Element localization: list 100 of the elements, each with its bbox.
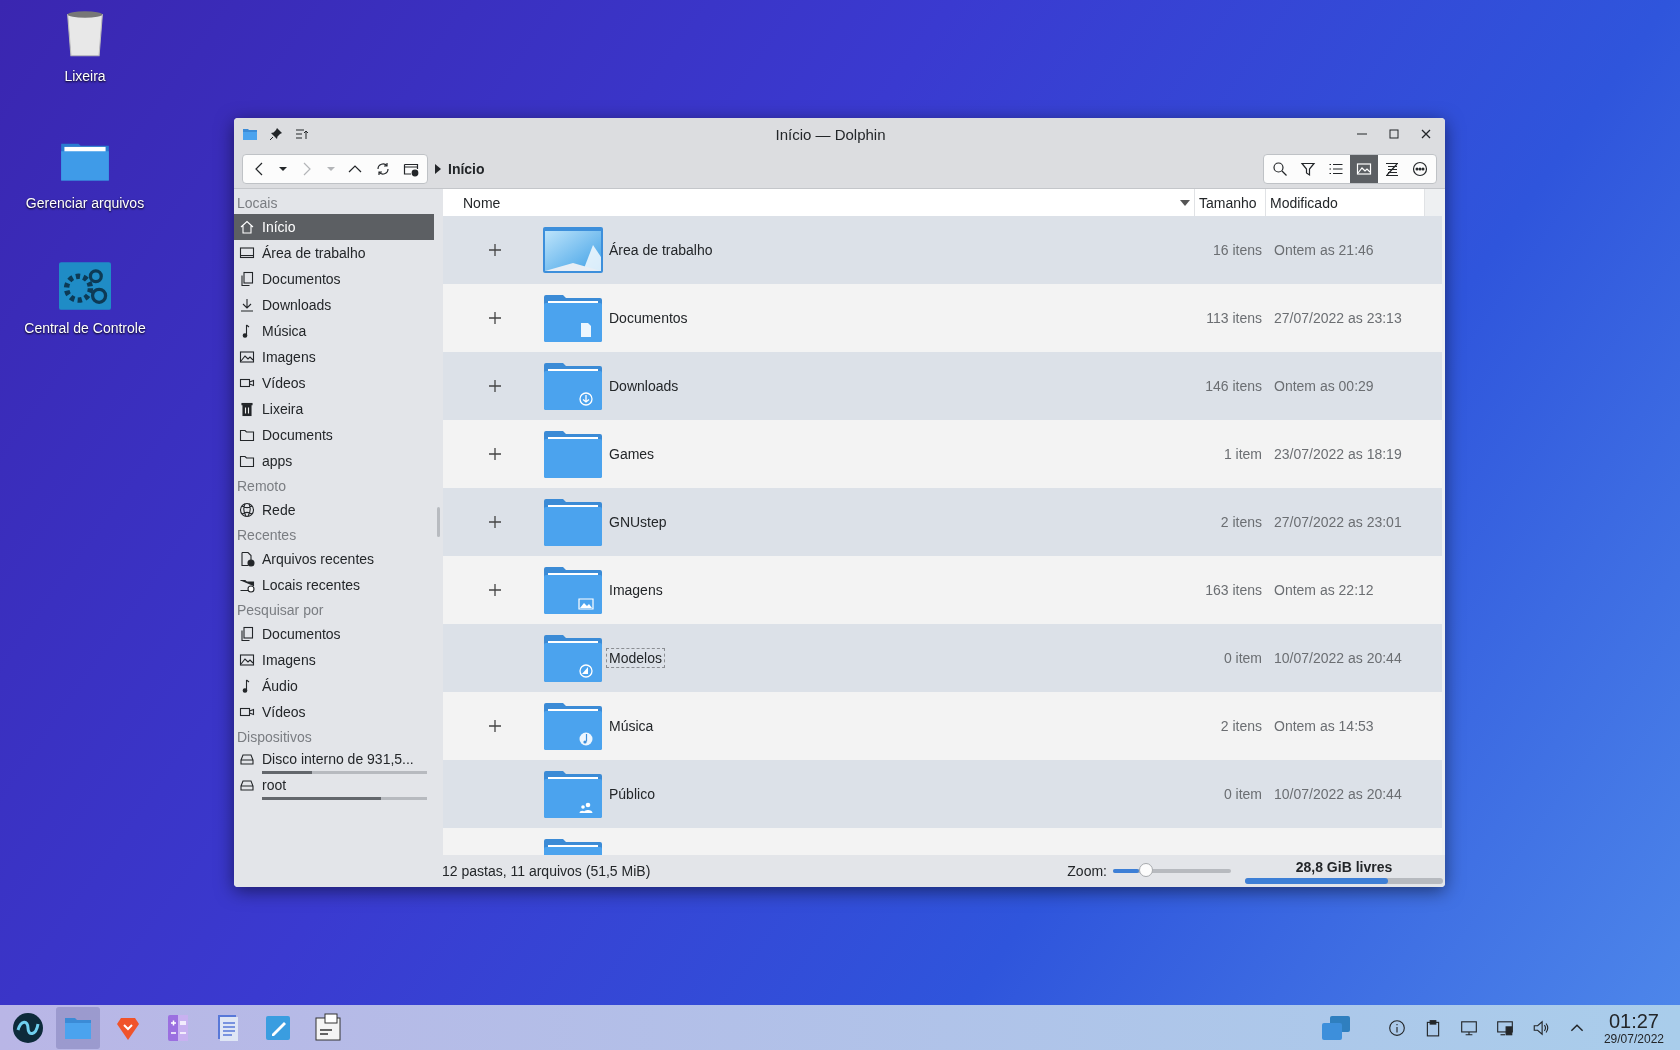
modified-date: 10/07/2022 as 20:44 xyxy=(1273,650,1403,666)
item-count: 1 item xyxy=(1222,446,1262,462)
info-icon[interactable] xyxy=(1387,1018,1406,1037)
minimize-icon xyxy=(1357,133,1367,135)
item-count: 163 itens xyxy=(1204,582,1262,598)
window-title: Início — Dolphin xyxy=(774,125,887,143)
sidebar-item[interactable]: Área de trabalho xyxy=(234,240,434,266)
folder-icon xyxy=(239,427,255,443)
scrollbar-thumb[interactable] xyxy=(437,507,440,537)
expand-plus-icon[interactable] xyxy=(487,514,503,530)
sidebar-item[interactable]: Início xyxy=(234,214,434,240)
preview-button[interactable] xyxy=(1350,155,1378,183)
expand-plus-icon[interactable] xyxy=(487,378,503,394)
image-icon xyxy=(239,349,255,365)
windows-icon[interactable] xyxy=(1319,1013,1352,1042)
sidebar-item[interactable]: Vídeos xyxy=(234,370,434,396)
clock-date: 29/07/2022 xyxy=(1603,1031,1664,1046)
sidebar-item[interactable]: Documents xyxy=(234,422,434,448)
sort-arrow-icon xyxy=(1180,198,1190,207)
sidebar-item[interactable]: Música xyxy=(234,318,434,344)
item-count: 16 itens xyxy=(1211,242,1262,258)
item-count: 0 item xyxy=(1222,786,1262,802)
file-row[interactable]: GNUstep 2 itens 27/07/2022 as 23:01 xyxy=(443,488,1442,556)
clock-time: 01:27 xyxy=(1608,1009,1659,1032)
file-row[interactable]: Games 1 item 23/07/2022 as 18:19 xyxy=(443,420,1442,488)
file-row[interactable]: Modelos 0 item 10/07/2022 as 20:44 xyxy=(443,624,1442,692)
desktop-icon-label[interactable]: Central de Controle xyxy=(24,320,146,336)
sidebar-item[interactable]: Downloads xyxy=(234,292,434,318)
sidebar-item[interactable]: apps xyxy=(234,448,434,474)
details-icon xyxy=(1384,161,1400,177)
item-count: 0 item xyxy=(1222,650,1262,666)
sidebar-item[interactable]: Áudio xyxy=(234,673,434,699)
sidebar-section-title: Dispositivos xyxy=(236,728,313,747)
file-row[interactable]: Área de trabalho 16 itens Ontem as 21:46 xyxy=(443,216,1442,284)
file-row[interactable]: Imagens 163 itens Ontem as 22:12 xyxy=(443,556,1442,624)
expand-plus-icon[interactable] xyxy=(487,310,503,326)
free-space-label: 28,8 GiB livres xyxy=(1295,858,1393,875)
maximize-icon xyxy=(1386,126,1402,142)
search-icon xyxy=(1272,161,1288,177)
reload-icon xyxy=(375,161,391,177)
modified-date: 27/07/2022 as 23:13 xyxy=(1273,310,1403,326)
launcher-logo-icon xyxy=(13,1012,43,1043)
download-icon xyxy=(239,297,255,313)
sidebar-item[interactable]: Imagens xyxy=(234,647,434,673)
modified-date: Ontem as 22:12 xyxy=(1273,582,1375,598)
slider-thumb[interactable] xyxy=(1138,863,1153,877)
drive-icon xyxy=(239,751,255,767)
filter-icon xyxy=(1300,161,1316,177)
speaker-icon[interactable] xyxy=(1531,1018,1550,1037)
item-count: 2 itens xyxy=(1219,718,1262,734)
expand-plus-icon[interactable] xyxy=(487,242,503,258)
sidebar-item[interactable]: Rede xyxy=(234,497,434,523)
clock-folder-icon xyxy=(239,577,255,593)
status-summary: 12 pastas, 11 arquivos (51,5 MiB) xyxy=(442,863,652,879)
sidebar-item[interactable]: Vídeos xyxy=(234,699,434,725)
sidebar-item[interactable]: Imagens xyxy=(234,344,434,370)
file-row[interactable]: Documentos 113 itens 27/07/2022 as 23:13 xyxy=(443,284,1442,352)
file-row[interactable]: Música 2 itens Ontem as 14:53 xyxy=(443,692,1442,760)
folder-icon xyxy=(543,633,603,683)
lion-shield-icon xyxy=(117,1017,139,1040)
folder-icon xyxy=(543,565,603,615)
file-name: GNUstep xyxy=(608,513,668,531)
file-name: Público xyxy=(608,785,656,803)
sidebar-item[interactable]: Documentos xyxy=(234,266,434,292)
new-tab-icon xyxy=(403,161,419,177)
expand-plus-icon[interactable] xyxy=(487,718,503,734)
expand-plus-icon[interactable] xyxy=(487,582,503,598)
sidebar-item[interactable]: Locais recentes xyxy=(234,572,434,598)
file-row[interactable]: Público 0 item 10/07/2022 as 20:44 xyxy=(443,760,1442,828)
image-icon xyxy=(1356,161,1372,177)
monitor-icon[interactable] xyxy=(1459,1018,1478,1037)
calculator-icon xyxy=(168,1014,188,1041)
modified-date: 10/07/2022 as 20:44 xyxy=(1273,786,1403,802)
sidebar-item[interactable]: root xyxy=(234,774,434,800)
file-name: Área de trabalho xyxy=(608,241,714,259)
breadcrumb-arrow-icon xyxy=(434,164,442,174)
documents-icon xyxy=(239,626,255,642)
sidebar-item[interactable]: Arquivos recentes xyxy=(234,546,434,572)
documents-icon xyxy=(239,271,255,287)
folder-icon xyxy=(543,701,603,751)
folder-icon xyxy=(543,769,603,819)
gears-icon xyxy=(59,260,111,312)
pin-icon[interactable] xyxy=(268,126,284,142)
file-row[interactable]: Downloads 146 itens Ontem as 00:29 xyxy=(443,352,1442,420)
file-name: Games xyxy=(608,445,656,463)
document-icon xyxy=(218,1014,238,1041)
sidebar-item[interactable]: Lixeira xyxy=(234,396,434,422)
sidebar-section-title: Pesquisar por xyxy=(236,601,325,620)
network-icon[interactable] xyxy=(1495,1018,1514,1037)
settings-window-icon xyxy=(315,1013,341,1040)
folder-icon xyxy=(242,126,258,142)
folder-icon xyxy=(543,429,603,479)
file-name: Modelos xyxy=(607,649,664,667)
home-icon xyxy=(239,219,255,235)
menu-icon[interactable] xyxy=(294,126,310,142)
sidebar-item[interactable]: Disco interno de 931,5... xyxy=(234,748,434,774)
sidebar-item[interactable]: Documentos xyxy=(234,621,434,647)
desktop-icon-label[interactable]: Lixeira xyxy=(64,68,106,84)
desktop-icon-label[interactable]: Gerenciar arquivos xyxy=(25,195,145,211)
expand-plus-icon[interactable] xyxy=(487,446,503,462)
